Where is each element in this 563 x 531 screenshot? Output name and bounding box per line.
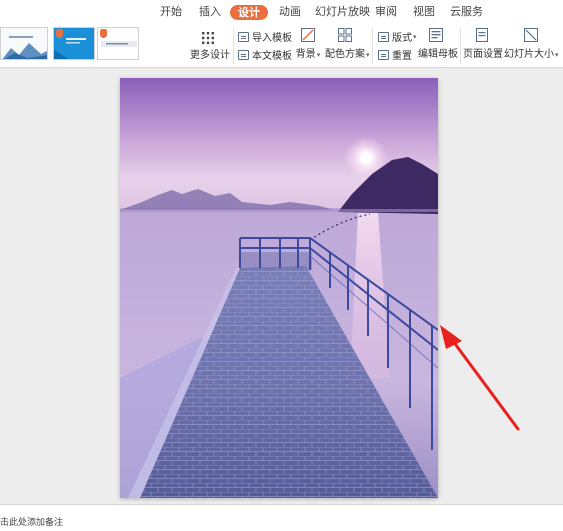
more-design-button[interactable]: 更多设计 [190,32,230,61]
edit-master-icon [429,28,443,42]
reset-icon [378,49,389,60]
menu-bar: 开始 插入 设计 动画 幻灯片放映 审阅 视图 云服务 [0,0,563,24]
menu-slideshow[interactable]: 幻灯片放映 [315,5,370,19]
design-thumbnail-1[interactable] [0,27,48,60]
chevron-down-icon: ▾ [316,51,321,59]
menu-view[interactable]: 视图 [413,5,435,19]
text-template-icon [238,49,249,60]
ribbon-divider [460,28,461,64]
slide-canvas[interactable] [120,78,438,498]
ribbon: 更多设计 导入模板 本文模板 背景▾ 配色方案▾ 版式 ▾ 重置 编辑母板 页面… [0,24,563,68]
notes-pane[interactable]: 击此处添加备注 [0,505,563,531]
template-badge-icon [56,29,63,38]
color-scheme-icon [338,28,352,42]
more-design-label: 更多设计 [190,50,230,61]
menu-design[interactable]: 设计 [230,5,268,20]
menu-cloud-service[interactable]: 云服务 [450,5,483,19]
background-button[interactable]: 背景▾ [295,28,321,60]
slide-size-button[interactable]: 幻灯片大小▾ [504,28,559,60]
edit-master-label: 编辑母板 [418,49,458,60]
background-label: 背景 [295,49,316,60]
edit-master-button[interactable]: 编辑母板 [418,28,458,60]
slide-size-label: 幻灯片大小 [504,49,554,60]
design-thumbnail-3[interactable] [97,27,139,60]
background-icon [301,28,315,42]
layout-label: 版式 [392,33,412,44]
menu-animation[interactable]: 动画 [279,5,301,19]
text-template-label: 本文模板 [252,51,292,62]
annotation-arrow [440,325,520,431]
page-setup-icon [476,28,488,42]
thumbnail-art [1,28,47,59]
page-setup-button[interactable]: 页面设置 [463,28,503,60]
reset-label: 重置 [392,51,412,62]
ribbon-divider [233,28,234,64]
menu-insert[interactable]: 插入 [199,5,221,19]
slide-photo[interactable] [120,78,438,498]
import-template-label: 导入模板 [252,33,292,44]
text-template-button[interactable]: 本文模板 [238,47,292,62]
menu-review[interactable]: 审阅 [375,5,397,19]
reset-button[interactable]: 重置 [378,47,412,62]
notes-placeholder[interactable]: 击此处添加备注 [0,515,63,528]
chevron-down-icon: ▾ [555,51,559,59]
layout-button[interactable]: 版式 ▾ [378,29,417,44]
menu-home[interactable]: 开始 [160,5,182,19]
template-badge-icon [100,29,107,38]
ribbon-divider [372,28,373,64]
slide-size-icon [524,28,538,42]
grid-icon [202,32,214,44]
chevron-down-icon: ▾ [366,51,370,59]
page-setup-label: 页面设置 [463,49,503,60]
color-scheme-button[interactable]: 配色方案▾ [325,28,370,60]
color-scheme-label: 配色方案 [325,49,365,60]
import-template-button[interactable]: 导入模板 [238,29,292,44]
chevron-down-icon: ▾ [413,32,417,41]
import-template-icon [238,31,249,42]
design-thumbnail-2[interactable] [53,27,95,60]
layout-icon [378,31,389,42]
